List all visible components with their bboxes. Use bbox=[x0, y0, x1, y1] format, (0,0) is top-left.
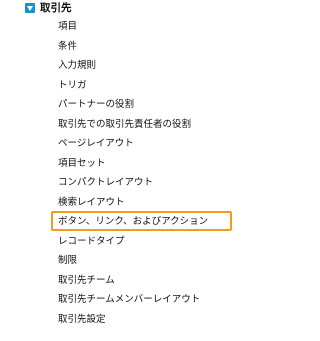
tree-item[interactable]: 取引先設定 bbox=[58, 312, 106, 328]
tree-item[interactable]: コンパクトレイアウト bbox=[58, 175, 153, 191]
tree-item[interactable]: トリガ bbox=[58, 78, 87, 94]
collapse-triangle-icon[interactable] bbox=[25, 3, 35, 13]
tree-item[interactable]: パートナーの役割 bbox=[58, 97, 134, 113]
tree-item[interactable]: 項目セット bbox=[58, 156, 106, 172]
section-title: 取引先 bbox=[40, 2, 72, 14]
tree-item[interactable]: 取引先での取引先責任者の役割 bbox=[58, 117, 191, 133]
tree-item[interactable]: 検索レイアウト bbox=[58, 195, 125, 211]
tree-item[interactable]: 取引先チーム bbox=[58, 273, 115, 289]
setup-tree: 取引先 項目条件入力規則トリガパートナーの役割取引先での取引先責任者の役割 ページ… bbox=[0, 0, 233, 341]
tree-item[interactable]: 項目 bbox=[58, 19, 77, 35]
tree-item[interactable]: ボタン、リンク、およびアクション bbox=[50, 211, 233, 231]
tree-item[interactable]: 制限 bbox=[58, 253, 77, 269]
tree-item[interactable]: 入力規則 bbox=[58, 58, 96, 74]
section-header-accounts[interactable]: 取引先 bbox=[25, 1, 72, 15]
tree-item[interactable]: 条件 bbox=[58, 39, 77, 55]
tree-item[interactable]: レコードタイプ bbox=[58, 234, 125, 250]
tree-item[interactable]: ページレイアウト bbox=[58, 136, 134, 152]
tree-item[interactable]: 取引先チームメンバーレイアウト bbox=[58, 292, 200, 308]
